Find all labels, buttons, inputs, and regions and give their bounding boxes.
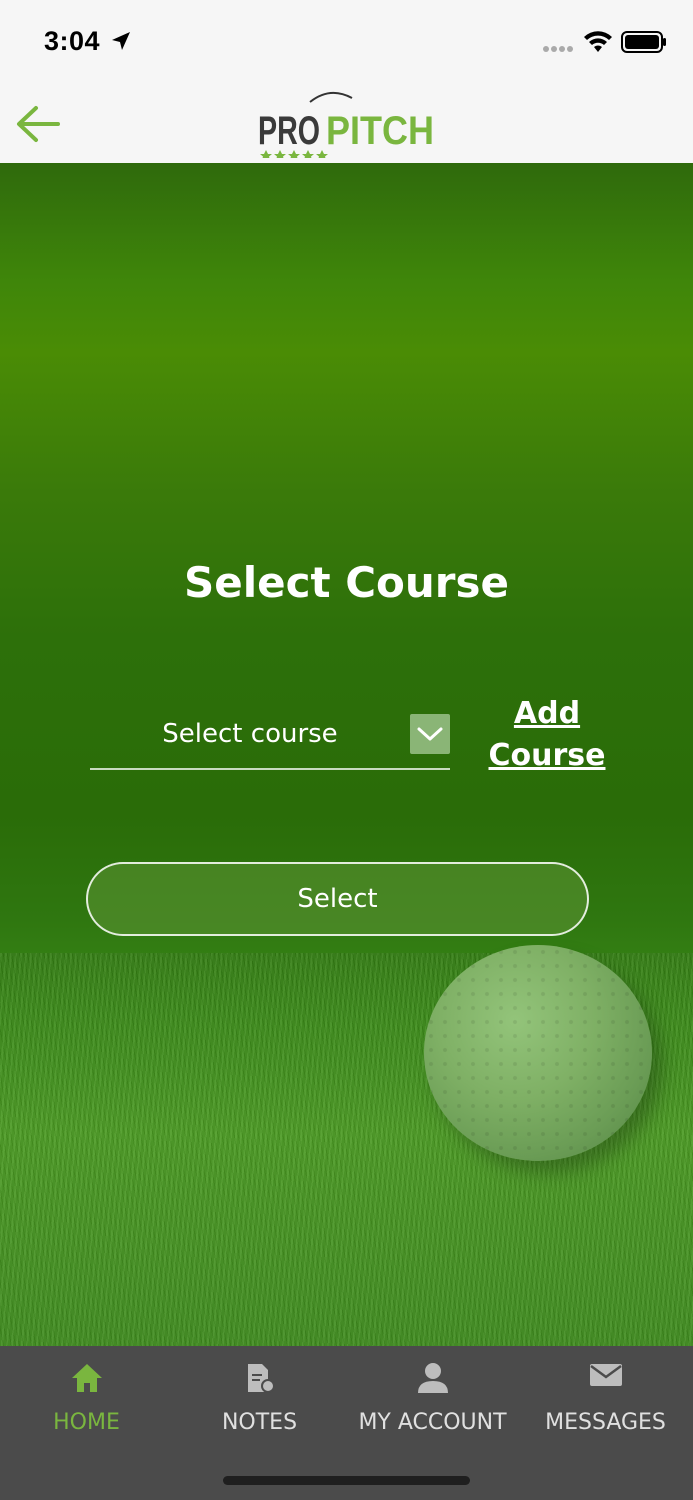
tab-notes-label: NOTES bbox=[221, 1410, 298, 1435]
back-button[interactable] bbox=[12, 102, 64, 146]
location-arrow-icon bbox=[112, 32, 130, 50]
tab-bar: HOME NOTES MY ACCOUNT MESSAGES bbox=[0, 1346, 693, 1500]
status-time: 3:04 bbox=[44, 26, 101, 56]
select-button[interactable]: Select bbox=[86, 862, 589, 936]
battery-icon bbox=[621, 31, 666, 53]
propitch-logo: PRO PITCH bbox=[258, 88, 438, 160]
arrow-left-icon bbox=[17, 106, 60, 142]
page-title: Select Course bbox=[184, 558, 509, 607]
mail-icon bbox=[589, 1364, 622, 1386]
tab-home[interactable]: HOME bbox=[0, 1346, 173, 1456]
golf-ball-image bbox=[424, 945, 652, 1161]
tab-notes[interactable]: NOTES bbox=[173, 1346, 346, 1456]
home-indicator[interactable] bbox=[223, 1476, 470, 1485]
signal-icon bbox=[543, 46, 573, 52]
course-select-placeholder: Select course bbox=[162, 719, 338, 749]
wifi-icon bbox=[584, 31, 612, 52]
background-image: Select Course Select course Add Course S… bbox=[0, 163, 693, 1346]
chevron-down-icon bbox=[417, 727, 443, 741]
tab-my-account[interactable]: MY ACCOUNT bbox=[346, 1346, 519, 1456]
user-icon bbox=[417, 1363, 448, 1393]
home-icon bbox=[71, 1364, 102, 1392]
tab-home-label: HOME bbox=[53, 1410, 120, 1435]
tab-my-account-label: MY ACCOUNT bbox=[358, 1410, 507, 1435]
course-select-dropdown[interactable]: Select course bbox=[90, 703, 450, 770]
tab-messages[interactable]: MESSAGES bbox=[519, 1346, 692, 1456]
logo-pitch-text: PITCH bbox=[326, 109, 434, 153]
tab-messages-label: MESSAGES bbox=[545, 1410, 666, 1435]
dropdown-toggle-button[interactable] bbox=[410, 714, 450, 754]
add-course-line1: Add bbox=[513, 696, 581, 731]
notes-icon bbox=[247, 1364, 275, 1393]
logo-pro-text: PRO bbox=[258, 109, 320, 153]
add-course-line2: Course bbox=[488, 738, 606, 773]
add-course-link[interactable]: Add Course bbox=[488, 693, 606, 777]
nav-bar: PRO PITCH bbox=[0, 82, 693, 163]
status-bar: 3:04 bbox=[0, 0, 693, 82]
